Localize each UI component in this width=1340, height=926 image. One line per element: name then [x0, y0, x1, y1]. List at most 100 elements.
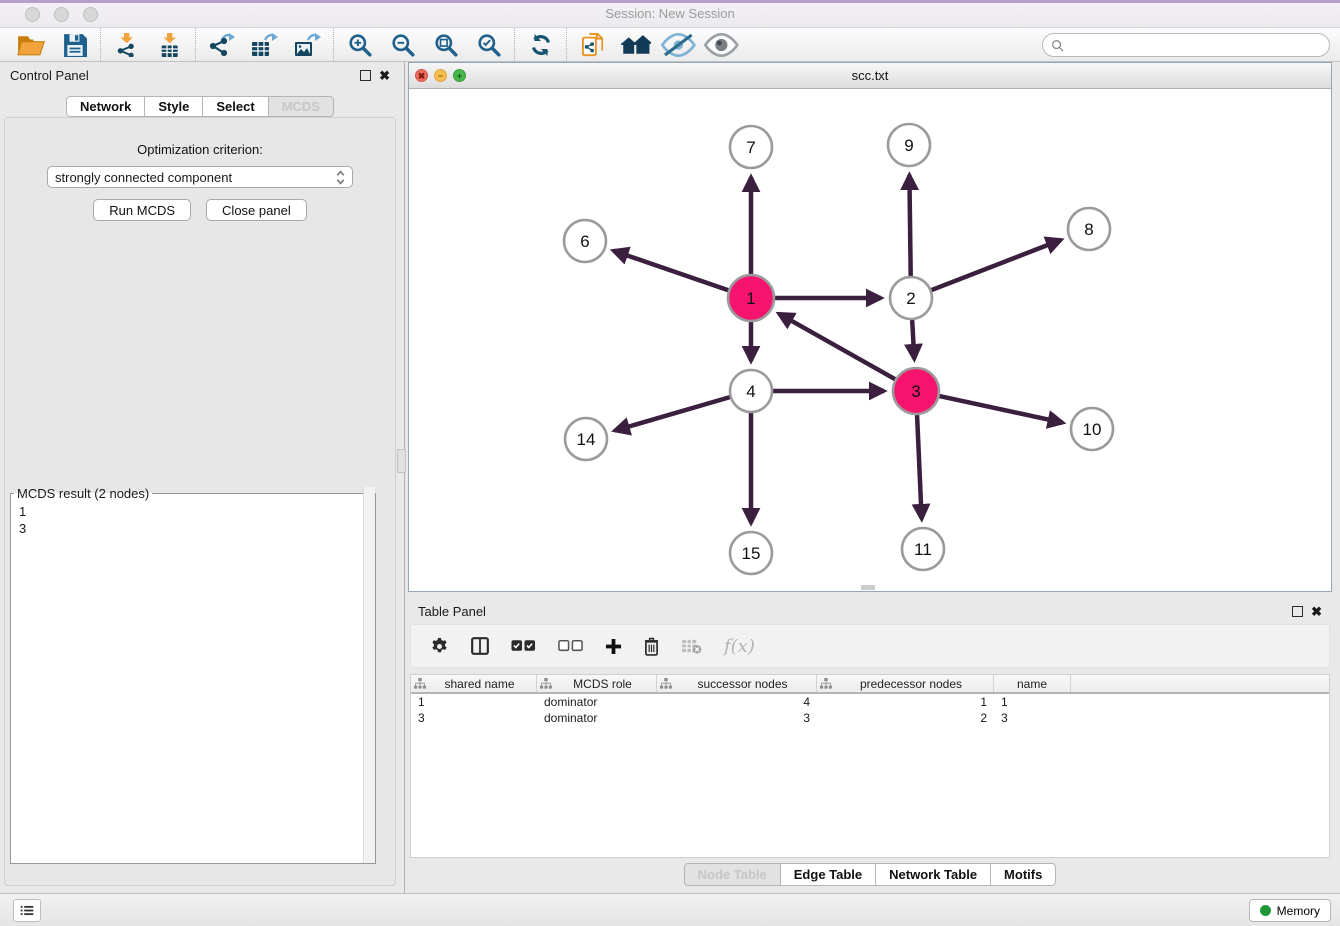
network-scrollbar-handle[interactable] — [861, 585, 875, 590]
close-panel-button[interactable]: Close panel — [206, 199, 307, 221]
delete-table-button[interactable] — [681, 639, 702, 654]
zoom-out-button[interactable] — [381, 30, 424, 60]
hide-graphics-details-button[interactable] — [657, 30, 700, 60]
table-tab-motifs[interactable]: Motifs — [991, 863, 1056, 886]
settings-button[interactable] — [430, 637, 449, 656]
import-network-button[interactable] — [105, 30, 148, 60]
criterion-select[interactable]: strongly connected component — [47, 166, 353, 188]
window-accent-strip — [0, 0, 1340, 3]
import-network-icon — [116, 33, 137, 57]
table-cell[interactable]: dominator — [537, 711, 657, 725]
graph-edge-2-3[interactable] — [912, 320, 914, 359]
minimize-window-button[interactable] — [54, 7, 69, 22]
tab-mcds[interactable]: MCDS — [269, 96, 334, 117]
graph-node-10[interactable]: 10 — [1071, 408, 1113, 450]
import-table-button[interactable] — [148, 30, 191, 60]
table-tab-network-table[interactable]: Network Table — [876, 863, 991, 886]
duplicate-network-button[interactable] — [571, 30, 614, 60]
criterion-value: strongly connected component — [55, 170, 232, 185]
column-header-name[interactable]: name — [994, 675, 1071, 692]
column-header-predecessor-nodes[interactable]: predecessor nodes — [817, 675, 994, 692]
mcds-result-scrollbar[interactable] — [363, 487, 375, 863]
network-close-button[interactable]: ✖ — [415, 69, 428, 82]
graph-node-7[interactable]: 7 — [730, 126, 772, 168]
float-table-panel-button[interactable] — [1292, 606, 1303, 617]
graph-edge-3-1[interactable] — [779, 314, 895, 380]
column-header-mcds-role[interactable]: MCDS role — [537, 675, 657, 692]
network-window-titlebar[interactable]: ✖ − + scc.txt — [409, 63, 1331, 89]
float-panel-button[interactable] — [360, 70, 371, 81]
table-cell[interactable]: 3 — [411, 711, 537, 725]
network-canvas[interactable]: 7 9 6 8 1 2 4 3 14 10 15 11 — [409, 90, 1331, 591]
refresh-icon — [529, 33, 553, 57]
graph-node-3[interactable]: 3 — [893, 368, 939, 414]
graph-node-15[interactable]: 15 — [730, 532, 772, 574]
function-builder-button[interactable]: f(x) — [724, 636, 755, 657]
table-tabs: Node TableEdge TableNetwork TableMotifs — [408, 863, 1332, 886]
export-image-button[interactable] — [286, 30, 329, 60]
table-panel: Table Panel ✖ f(x) shared nameMCDS roles… — [408, 598, 1332, 888]
deselect-all-checkboxes-button[interactable] — [558, 639, 583, 653]
memory-button[interactable]: Memory — [1249, 899, 1331, 922]
graph-node-14[interactable]: 14 — [565, 418, 607, 460]
table-cell[interactable]: 1 — [411, 695, 537, 709]
table-cell[interactable]: 3 — [994, 711, 1071, 725]
graph-node-6[interactable]: 6 — [564, 220, 606, 262]
table-tab-edge-table[interactable]: Edge Table — [781, 863, 876, 886]
tab-select[interactable]: Select — [203, 96, 268, 117]
open-file-button[interactable] — [10, 30, 53, 60]
table-row[interactable]: 1dominator411 — [411, 694, 1329, 710]
graph-node-2[interactable]: 2 — [890, 277, 932, 319]
create-column-button[interactable] — [605, 638, 622, 655]
panel-divider-handle[interactable] — [397, 449, 406, 473]
graph-node-9[interactable]: 9 — [888, 124, 930, 166]
tab-style[interactable]: Style — [145, 96, 203, 117]
zoom-selected-button[interactable] — [467, 30, 510, 60]
split-panel-button[interactable] — [471, 637, 489, 655]
close-panel-icon-button[interactable]: ✖ — [379, 69, 390, 82]
zoom-fit-button[interactable] — [424, 30, 467, 60]
zoom-window-button[interactable] — [83, 7, 98, 22]
delete-column-button[interactable] — [644, 637, 659, 656]
graph-edge-3-11[interactable] — [917, 415, 922, 519]
table-row[interactable]: 3dominator323 — [411, 710, 1329, 726]
graph-edge-1-6[interactable] — [613, 251, 728, 290]
column-header-successor-nodes[interactable]: successor nodes — [657, 675, 817, 692]
table-tab-node-table[interactable]: Node Table — [684, 863, 781, 886]
graph-edge-2-8[interactable] — [932, 240, 1062, 290]
save-session-button[interactable] — [53, 30, 96, 60]
table-cell[interactable]: 3 — [657, 711, 817, 725]
graph-node-1[interactable]: 1 — [728, 275, 774, 321]
table-cell[interactable]: 2 — [817, 711, 994, 725]
refresh-button[interactable] — [519, 30, 562, 60]
select-all-checkboxes-button[interactable] — [511, 639, 536, 653]
graph-edge-3-10[interactable] — [939, 396, 1062, 423]
task-history-button[interactable] — [13, 899, 41, 922]
home-icon — [620, 33, 652, 57]
home-button[interactable] — [614, 30, 657, 60]
tab-network[interactable]: Network — [66, 96, 145, 117]
show-graphics-details-button[interactable] — [700, 30, 743, 60]
close-table-panel-button[interactable]: ✖ — [1311, 605, 1322, 618]
graph-node-11[interactable]: 11 — [902, 528, 944, 570]
graph-node-8[interactable]: 8 — [1068, 208, 1110, 250]
export-network-button[interactable] — [200, 30, 243, 60]
zoom-in-button[interactable] — [338, 30, 381, 60]
search-box[interactable] — [1042, 33, 1330, 57]
graph-edge-2-9[interactable] — [909, 175, 910, 276]
search-input[interactable] — [1069, 37, 1321, 53]
close-window-button[interactable] — [25, 7, 40, 22]
network-maximize-button[interactable]: + — [453, 69, 466, 82]
list-icon — [20, 903, 34, 918]
graph-node-4[interactable]: 4 — [730, 370, 772, 412]
network-minimize-button[interactable]: − — [434, 69, 447, 82]
mcds-panel: Optimization criterion: strongly connect… — [4, 117, 396, 886]
graph-edge-4-14[interactable] — [615, 397, 730, 430]
table-cell[interactable]: dominator — [537, 695, 657, 709]
export-table-button[interactable] — [243, 30, 286, 60]
table-cell[interactable]: 4 — [657, 695, 817, 709]
table-cell[interactable]: 1 — [817, 695, 994, 709]
table-cell[interactable]: 1 — [994, 695, 1071, 709]
column-header-shared-name[interactable]: shared name — [411, 675, 537, 692]
run-mcds-button[interactable]: Run MCDS — [93, 199, 191, 221]
